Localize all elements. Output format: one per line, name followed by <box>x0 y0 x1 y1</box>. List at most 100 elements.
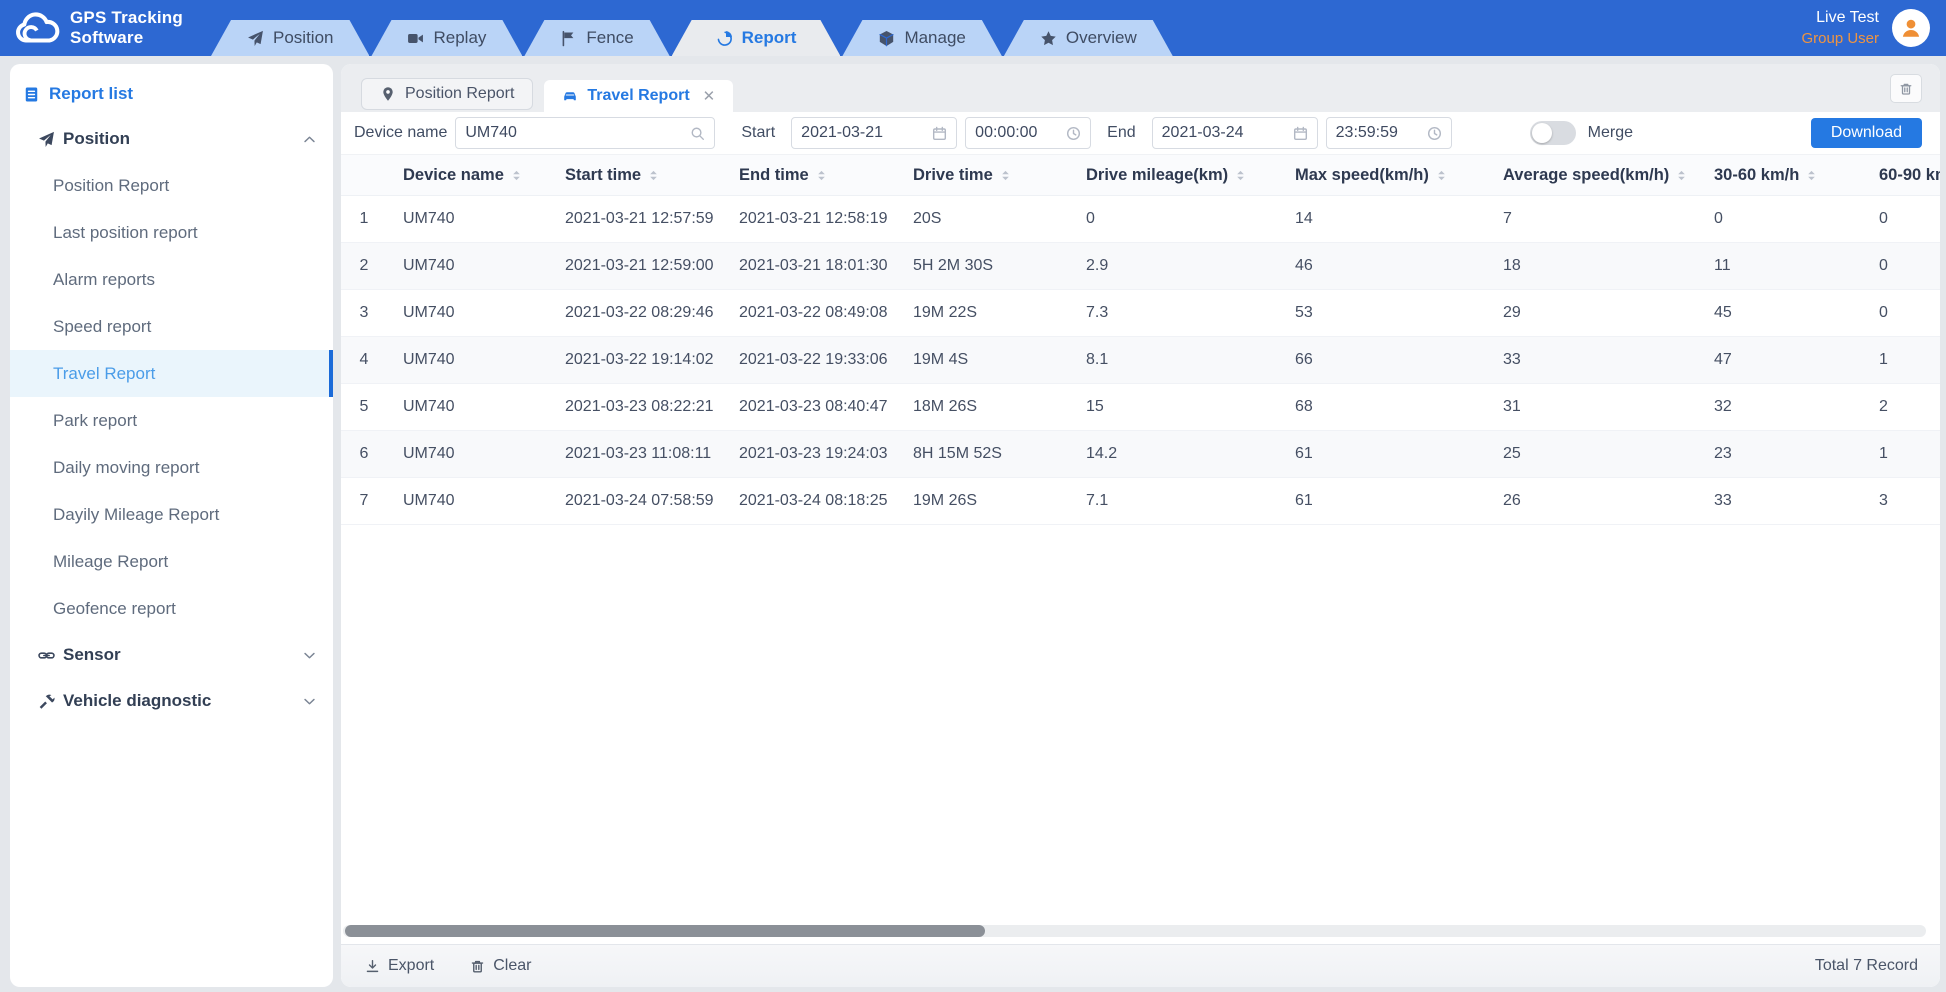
trash-icon <box>470 959 485 974</box>
sort-caret-icon[interactable] <box>647 168 660 183</box>
cell-end-time: 2021-03-24 08:18:25 <box>723 492 897 510</box>
clock-icon[interactable] <box>1066 126 1081 141</box>
horizontal-scrollbar[interactable] <box>343 925 1926 937</box>
column-header-60-90-km-h[interactable]: 60-90 km/h <box>1863 166 1940 185</box>
sidebar-section-vehicle-diagnostic[interactable]: Vehicle diagnostic <box>10 678 333 724</box>
merge-toggle[interactable] <box>1530 121 1576 145</box>
start-date-input[interactable] <box>801 124 926 142</box>
clock-icon[interactable] <box>1427 126 1442 141</box>
sidebar-item-position-report[interactable]: Position Report <box>10 162 333 209</box>
cell-30-60-km-h: 23 <box>1698 445 1863 463</box>
sidebar-item-daily-moving-report[interactable]: Daily moving report <box>10 444 333 491</box>
sidebar-item-geofence-report[interactable]: Geofence report <box>10 585 333 632</box>
column-label: 60-90 km/h <box>1879 166 1940 185</box>
close-tab-icon[interactable]: ✕ <box>703 88 716 105</box>
calendar-icon[interactable] <box>1293 126 1308 141</box>
column-header-30-60-km-h[interactable]: 30-60 km/h <box>1698 166 1863 185</box>
nav-tab-fence[interactable]: Fence <box>524 20 669 56</box>
sort-caret-icon[interactable] <box>1234 168 1247 183</box>
sidebar-item-speed-report[interactable]: Speed report <box>10 303 333 350</box>
cell-drive-time: 19M 22S <box>897 304 1070 322</box>
cell-average-speed-km-h: 26 <box>1487 492 1698 510</box>
car-icon <box>562 88 578 104</box>
report-tabstrip: Position Report Travel Report✕ <box>341 64 1940 112</box>
sort-caret-icon[interactable] <box>1435 168 1448 183</box>
column-header-drive-time[interactable]: Drive time <box>897 166 1070 185</box>
sort-caret-icon[interactable] <box>1675 168 1688 183</box>
sort-caret-icon[interactable] <box>510 168 523 183</box>
flag-icon <box>560 30 577 47</box>
nav-tab-report[interactable]: Report <box>672 20 841 56</box>
column-header-max-speed-km-h[interactable]: Max speed(km/h) <box>1279 166 1487 185</box>
row-index: 2 <box>341 257 387 275</box>
cell-start-time: 2021-03-24 07:58:59 <box>549 492 723 510</box>
device-name-field <box>455 117 715 149</box>
sidebar-item-label: Speed report <box>53 317 151 337</box>
nav-tab-overview[interactable]: Overview <box>1004 20 1173 56</box>
table-row: 7UM7402021-03-24 07:58:592021-03-24 08:1… <box>341 478 1940 525</box>
close-all-tabs-button[interactable] <box>1890 74 1922 103</box>
cell-60-90-km-h: 0 <box>1863 257 1940 275</box>
column-label: Drive mileage(km) <box>1086 166 1228 185</box>
sidebar-section-position[interactable]: Position <box>10 116 333 162</box>
cell-device-name: UM740 <box>387 351 549 369</box>
sidebar-item-last-position-report[interactable]: Last position report <box>10 209 333 256</box>
search-icon[interactable] <box>690 126 705 141</box>
cell-drive-mileage-km: 8.1 <box>1070 351 1279 369</box>
merge-toggle-knob <box>1532 123 1552 143</box>
cell-drive-time: 19M 4S <box>897 351 1070 369</box>
export-button[interactable]: Export <box>365 957 434 975</box>
sort-caret-icon[interactable] <box>815 168 828 183</box>
nav-tab-position[interactable]: Position <box>211 20 369 56</box>
avatar[interactable] <box>1892 9 1930 47</box>
cell-max-speed-km-h: 14 <box>1279 210 1487 228</box>
report-list-label: Report list <box>49 84 133 104</box>
cell-average-speed-km-h: 29 <box>1487 304 1698 322</box>
calendar-icon[interactable] <box>932 126 947 141</box>
download-button[interactable]: Download <box>1811 118 1922 148</box>
table-row: 3UM7402021-03-22 08:29:462021-03-22 08:4… <box>341 290 1940 337</box>
clear-button[interactable]: Clear <box>470 957 531 975</box>
column-header-drive-mileage-km[interactable]: Drive mileage(km) <box>1070 166 1279 185</box>
column-header-end-time[interactable]: End time <box>723 166 897 185</box>
start-time-input[interactable] <box>975 124 1060 142</box>
cell-average-speed-km-h: 25 <box>1487 445 1698 463</box>
topbar: GPS Tracking Software PositionReplayFenc… <box>0 0 1946 56</box>
table-header-row: Device name Start timeEnd timeDrive time D… <box>341 155 1940 196</box>
cell-average-speed-km-h: 31 <box>1487 398 1698 416</box>
sidebar-item-travel-report[interactable]: Travel Report <box>10 350 333 397</box>
sort-caret-icon[interactable] <box>1805 168 1818 183</box>
sidebar-item-park-report[interactable]: Park report <box>10 397 333 444</box>
nav-tab-label: Manage <box>904 28 965 48</box>
sidebar-item-alarm-reports[interactable]: Alarm reports <box>10 256 333 303</box>
column-label: Device name <box>403 166 504 185</box>
report-tab-position-report[interactable]: Position Report <box>361 78 533 110</box>
sidebar-item-mileage-report[interactable]: Mileage Report <box>10 538 333 585</box>
section-label: Sensor <box>63 645 121 665</box>
report-tab-travel-report[interactable]: Travel Report✕ <box>544 80 733 112</box>
sidebar-item-dayily-mileage-report[interactable]: Dayily Mileage Report <box>10 491 333 538</box>
end-time-input[interactable] <box>1336 124 1421 142</box>
device-name-input[interactable] <box>465 124 684 142</box>
scrollbar-thumb[interactable] <box>345 925 985 937</box>
column-header-average-speed-km-h[interactable]: Average speed(km/h) <box>1487 166 1698 185</box>
cell-drive-mileage-km: 7.1 <box>1070 492 1279 510</box>
sort-caret-icon[interactable] <box>999 168 1012 183</box>
video-icon <box>407 30 424 47</box>
cell-device-name: UM740 <box>387 304 549 322</box>
sidebar-item-label: Travel Report <box>53 364 155 384</box>
report-table-area: Device name Start timeEnd timeDrive time D… <box>341 155 1940 944</box>
sidebar-section-sensor[interactable]: Sensor <box>10 632 333 678</box>
column-header-device-name[interactable]: Device name <box>387 166 549 185</box>
cell-end-time: 2021-03-22 19:33:06 <box>723 351 897 369</box>
cell-device-name: UM740 <box>387 445 549 463</box>
report-list-title: Report list <box>10 64 333 116</box>
end-date-input[interactable] <box>1162 124 1287 142</box>
nav-tab-manage[interactable]: Manage <box>842 20 1001 56</box>
column-header-start-time[interactable]: Start time <box>549 166 723 185</box>
app-root: GPS Tracking Software PositionReplayFenc… <box>0 0 1946 992</box>
report-list-icon <box>23 86 40 103</box>
nav-tab-replay[interactable]: Replay <box>371 20 522 56</box>
sidebar-item-label: Dayily Mileage Report <box>53 505 219 525</box>
cell-average-speed-km-h: 7 <box>1487 210 1698 228</box>
